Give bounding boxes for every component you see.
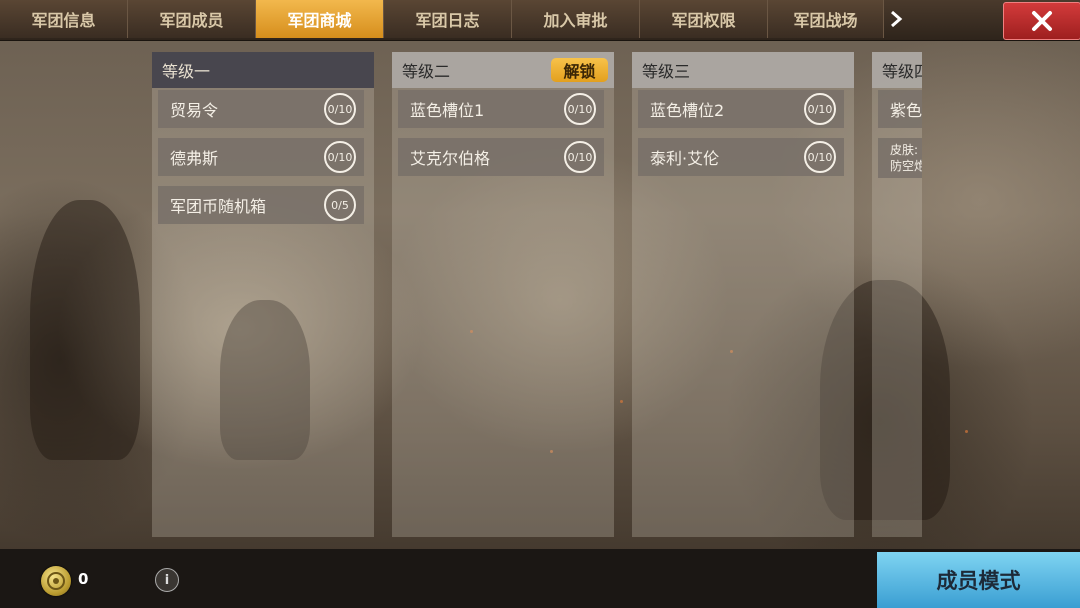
tab-legion-members[interactable]: 军团成员 <box>128 0 256 38</box>
shop-item[interactable]: 紫色 <box>878 90 922 128</box>
item-name: 泰利·艾伦 <box>650 149 720 168</box>
shop-item[interactable]: 艾克尔伯格 0/10 <box>398 138 604 176</box>
tab-label: 军团商城 <box>287 11 352 30</box>
ember <box>620 400 623 403</box>
item-name: 艾克尔伯格 <box>410 149 491 168</box>
info-icon[interactable]: i <box>155 568 179 592</box>
item-name: 贸易令 <box>170 101 219 120</box>
tab-label: 军团权限 <box>671 11 736 30</box>
coin-icon <box>41 566 71 596</box>
member-mode-button[interactable]: 成员模式 <box>877 552 1080 608</box>
shop-item[interactable]: 军团币随机箱 0/5 <box>158 186 364 224</box>
tab-legion-info[interactable]: 军团信息 <box>0 0 128 38</box>
close-icon <box>1032 11 1052 31</box>
item-name: 军团币随机箱 <box>170 197 267 216</box>
close-button[interactable] <box>1003 2 1080 40</box>
shop-item[interactable]: 蓝色槽位2 0/10 <box>638 90 844 128</box>
soldier-silhouette-left <box>30 200 140 460</box>
level-title: 等级二 <box>402 62 451 81</box>
tab-label: 军团成员 <box>159 11 224 30</box>
level-header: 等级四 <box>872 52 922 88</box>
shop-item[interactable]: 蓝色槽位1 0/10 <box>398 90 604 128</box>
tab-bar: 军团信息 军团成员 军团商城 军团日志 加入审批 军团权限 军团战场 <box>0 0 1080 41</box>
chevron-right-icon[interactable] <box>884 0 908 38</box>
tab-legion-battlefield[interactable]: 军团战场 <box>768 0 884 38</box>
item-name: 紫色 <box>890 101 922 120</box>
level-header: 等级三 <box>632 52 854 88</box>
level-header: 等级二 解锁 <box>392 52 614 88</box>
tab-legion-log[interactable]: 军团日志 <box>384 0 512 38</box>
level-title: 等级一 <box>162 62 211 81</box>
level-title: 等级四 <box>882 62 922 81</box>
level-header: 等级一 <box>152 52 374 88</box>
shop-item[interactable]: 泰利·艾伦 0/10 <box>638 138 844 176</box>
level-column-4: 等级四 紫色 皮肤: 防空炮 <box>872 52 922 537</box>
item-line: 皮肤: <box>890 143 919 157</box>
shop-item[interactable]: 皮肤: 防空炮 <box>878 138 922 178</box>
level-column-2: 等级二 解锁 蓝色槽位1 0/10 艾克尔伯格 0/10 <box>392 52 614 537</box>
item-name: 德弗斯 <box>170 149 219 168</box>
tab-legion-shop[interactable]: 军团商城 <box>256 0 384 38</box>
purchase-count-badge: 0/5 <box>324 189 356 221</box>
item-line: 防空炮 <box>890 159 922 173</box>
tab-label: 军团日志 <box>415 11 480 30</box>
shop-item[interactable]: 德弗斯 0/10 <box>158 138 364 176</box>
item-name: 蓝色槽位2 <box>650 101 725 120</box>
ember <box>965 430 968 433</box>
tab-label: 军团战场 <box>793 11 858 30</box>
tab-label: 加入审批 <box>543 11 608 30</box>
tab-legion-permissions[interactable]: 军团权限 <box>640 0 768 38</box>
purchase-count-badge: 0/10 <box>564 141 596 173</box>
level-column-1: 等级一 贸易令 0/10 德弗斯 0/10 军团币随机箱 0/5 <box>152 52 374 537</box>
purchase-count-badge: 0/10 <box>804 141 836 173</box>
purchase-count-badge: 0/10 <box>324 141 356 173</box>
currency-amount: 0 <box>78 570 89 588</box>
unlock-button[interactable]: 解锁 <box>551 58 608 82</box>
purchase-count-badge: 0/10 <box>564 93 596 125</box>
tab-join-approval[interactable]: 加入审批 <box>512 0 640 38</box>
item-name: 蓝色槽位1 <box>410 101 485 120</box>
purchase-count-badge: 0/10 <box>324 93 356 125</box>
shop-item[interactable]: 贸易令 0/10 <box>158 90 364 128</box>
purchase-count-badge: 0/10 <box>804 93 836 125</box>
level-column-3: 等级三 蓝色槽位2 0/10 泰利·艾伦 0/10 <box>632 52 854 537</box>
tab-label: 军团信息 <box>31 11 96 30</box>
level-title: 等级三 <box>642 62 691 81</box>
